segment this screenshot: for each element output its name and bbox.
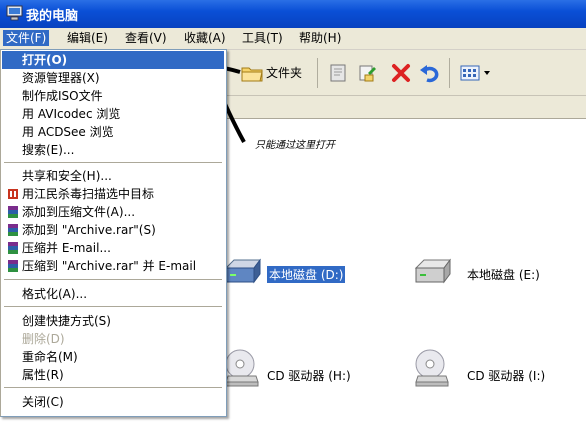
- menu-item-add-to-archive[interactable]: 添加到压缩文件(A)...: [2, 203, 224, 221]
- views-icon[interactable]: [458, 61, 482, 85]
- file-context-menu: 打开(O) 资源管理器(X) 制作成ISO文件 用 AVIcodec 浏览 用 …: [0, 49, 227, 417]
- menu-item-create-shortcut[interactable]: 创建快捷方式(S): [2, 312, 224, 330]
- cd-drive-icon[interactable]: [414, 348, 450, 388]
- annotation-text: 只能通过这里打开: [255, 140, 335, 151]
- my-computer-icon: [6, 5, 23, 21]
- drive-label-d[interactable]: 本地磁盘 (D:): [267, 266, 346, 283]
- drive-label-h[interactable]: CD 驱动器 (H:): [267, 367, 351, 384]
- menu-item-antivirus-scan[interactable]: 用江民杀毒扫描选中目标: [2, 185, 224, 203]
- menu-item-close[interactable]: 关闭(C): [2, 393, 224, 411]
- menu-separator: [4, 387, 222, 388]
- menu-item-make-iso[interactable]: 制作成ISO文件: [2, 87, 224, 105]
- winrar-icon: [8, 242, 18, 254]
- hard-drive-icon[interactable]: [224, 258, 262, 286]
- winrar-icon: [8, 260, 18, 272]
- menu-separator: [4, 162, 222, 163]
- menu-item-add-to-archive-rar[interactable]: 添加到 "Archive.rar"(S): [2, 221, 224, 239]
- menu-separator: [4, 306, 222, 307]
- title-bar: 我的电脑: [0, 0, 586, 28]
- delete-icon[interactable]: [389, 61, 413, 85]
- menu-item-properties[interactable]: 属性(R): [2, 366, 224, 384]
- winrar-icon: [8, 224, 18, 236]
- copy-to-icon[interactable]: [356, 61, 380, 85]
- menu-item-sharing[interactable]: 共享和安全(H)...: [2, 167, 224, 185]
- menu-item-compress-email[interactable]: 压缩并 E-mail...: [2, 239, 224, 257]
- toolbar-separator: [317, 58, 318, 88]
- menu-item-delete: 删除(D): [22, 332, 65, 346]
- menu-separator: [4, 279, 222, 280]
- folders-button-label[interactable]: 文件夹: [266, 64, 302, 81]
- winrar-icon: [8, 206, 18, 218]
- menu-item-search[interactable]: 搜索(E)...: [2, 141, 224, 159]
- menu-file[interactable]: 文件(F): [3, 30, 50, 46]
- menu-tools[interactable]: 工具(T): [239, 30, 286, 46]
- undo-icon[interactable]: [418, 61, 442, 85]
- menu-item-avicodec[interactable]: 用 AVIcodec 浏览: [2, 105, 224, 123]
- menu-item-open[interactable]: 打开(O): [2, 51, 224, 69]
- move-to-icon[interactable]: [326, 61, 350, 85]
- hard-drive-icon[interactable]: [414, 258, 452, 286]
- menu-item-explorer[interactable]: 资源管理器(X): [2, 69, 224, 87]
- menu-edit[interactable]: 编辑(E): [64, 30, 111, 46]
- menu-view[interactable]: 查看(V): [122, 30, 170, 46]
- menu-item-format[interactable]: 格式化(A)...: [2, 285, 224, 303]
- menu-item-compress-rar-email[interactable]: 压缩到 "Archive.rar" 并 E-mail: [2, 257, 224, 275]
- cd-drive-icon[interactable]: [224, 348, 260, 388]
- menu-item-acdsee[interactable]: 用 ACDSee 浏览: [2, 123, 224, 141]
- menu-favorites[interactable]: 收藏(A): [181, 30, 229, 46]
- antivirus-icon: [8, 189, 18, 199]
- drive-label-i[interactable]: CD 驱动器 (I:): [467, 367, 545, 384]
- menu-item-rename[interactable]: 重命名(M): [2, 348, 224, 366]
- menu-bar: 文件(F) 编辑(E) 查看(V) 收藏(A) 工具(T) 帮助(H): [0, 28, 586, 50]
- toolbar-separator: [449, 58, 450, 88]
- drive-label-e[interactable]: 本地磁盘 (E:): [467, 266, 540, 283]
- menu-help[interactable]: 帮助(H): [296, 30, 344, 46]
- window-title: 我的电脑: [26, 9, 79, 24]
- chevron-down-icon[interactable]: [484, 71, 490, 75]
